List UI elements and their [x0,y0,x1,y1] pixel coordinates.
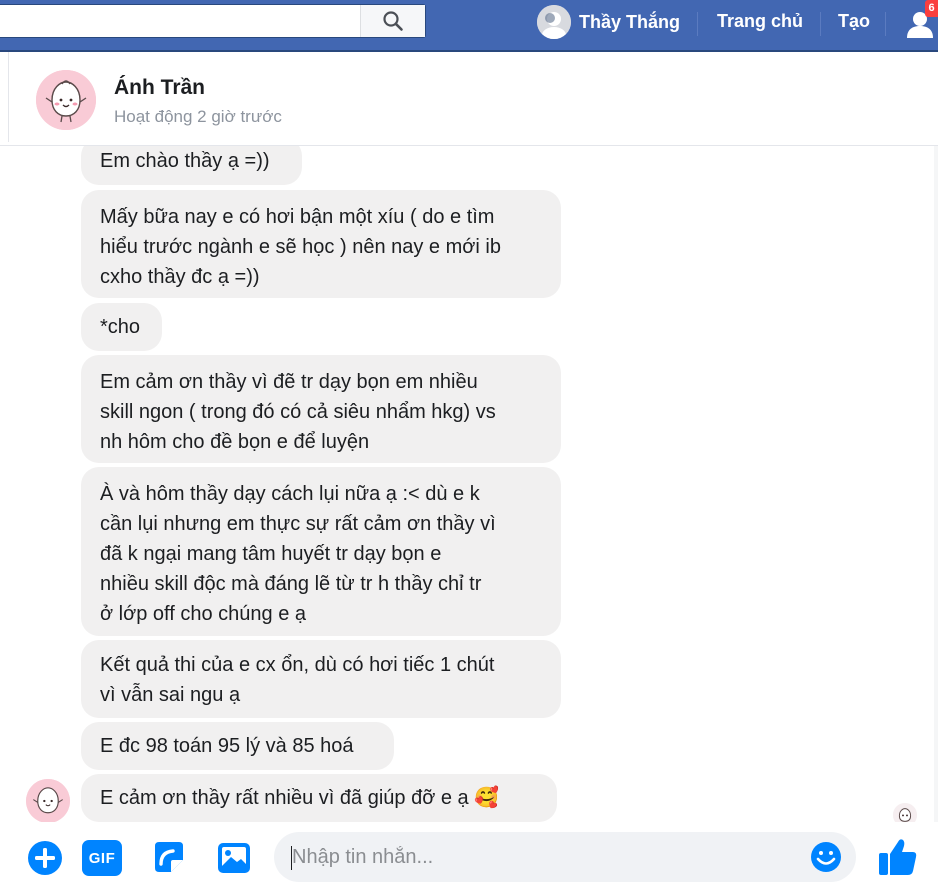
message-text: nhiều skill độc mà đáng lẽ từ tr h thầy … [100,573,482,595]
scrollbar[interactable] [934,146,938,822]
divider [8,52,9,142]
create-link[interactable]: Tạo [838,11,870,32]
search-icon [383,11,403,31]
contact-status: Hoạt động 2 giờ trước [114,107,282,126]
profile-avatar [537,5,571,39]
message-bubble: À và hôm thầy dạy cách lụi nữa ạ :< dù e… [81,467,561,636]
gif-label: GIF [88,849,116,867]
message-bubble: *cho [81,303,162,351]
message-text: cxho thầy đc ạ =)) [100,266,260,288]
sender-avatar[interactable] [26,779,70,823]
sticker-icon[interactable] [149,838,189,878]
message-text: vì vẫn sai ngu ạ [100,684,241,706]
message-text: cần lụi nhưng em thực sự rất cảm ơn thầy… [100,513,496,535]
nav-divider [697,12,698,36]
contact-name[interactable]: Ánh Trần [114,76,205,100]
message-input[interactable] [274,832,856,882]
message-text: nh hôm cho đề bọn e để luyện [100,431,370,453]
search-input[interactable] [8,9,352,35]
nav-divider [820,12,821,36]
message-text: E đc 98 toán 95 lý và 85 hoá [100,735,354,757]
message-text: À và hôm thầy dạy cách lụi nữa ạ :< dù e… [100,483,480,505]
message-list[interactable]: Em chào thầy ạ =)) Mấy bữa nay e có hơi … [0,146,938,822]
emoji-icon[interactable] [809,840,843,874]
message-bubble: Em cảm ơn thầy vì đẽ tr dạy bọn em nhiều… [81,355,561,463]
text-caret [291,846,292,870]
message-text: đã k ngại mang tâm huyết tr dạy bọn e [100,543,442,565]
message-text: *cho [100,316,141,338]
message-text: Em cảm ơn thầy vì đẽ tr dạy bọn em nhiều [100,371,478,393]
gif-button[interactable]: GIF [82,840,122,876]
message-text: Kết quả thi của e cx ổn, dù có hơi tiếc … [100,654,495,676]
contact-avatar[interactable] [36,70,96,130]
image-attach-icon[interactable] [214,838,254,878]
like-icon[interactable] [876,834,920,878]
message-text: hiểu trước ngành e sẽ học ) nên nay e mớ… [100,236,501,258]
message-text: ở lớp off cho chúng e ạ [100,603,306,625]
message-bubble: Mấy bữa nay e có hơi bận một xíu ( do e … [81,190,561,298]
notification-badge: 6 [925,0,938,17]
search-box[interactable] [0,4,426,38]
nav-profile-link[interactable]: Thầy Thắng [537,5,680,39]
message-text: E cảm ơn thầy rất nhiều vì đã giúp đỡ e … [100,787,500,809]
message-text: skill ngon ( trong đó có cả siêu nhẩm hk… [100,401,496,423]
nav-divider [885,12,886,36]
search-button[interactable] [360,5,425,37]
add-more-icon[interactable] [25,838,65,878]
message-bubble: E cảm ơn thầy rất nhiều vì đã giúp đỡ e … [81,774,557,822]
profile-name: Thầy Thắng [579,11,681,32]
message-text: Em chào thầy ạ =)) [100,150,270,172]
message-text: Mấy bữa nay e có hơi bận một xíu ( do e … [100,206,495,228]
message-bubble: Em chào thầy ạ =)) [81,146,302,185]
top-navigation-bar: Thầy Thắng Trang chủ Tạo 6 [0,0,938,52]
home-link[interactable]: Trang chủ [717,11,803,32]
message-bubble: Kết quả thi của e cx ổn, dù có hơi tiếc … [81,640,561,718]
message-bubble: E đc 98 toán 95 lý và 85 hoá [81,722,394,770]
